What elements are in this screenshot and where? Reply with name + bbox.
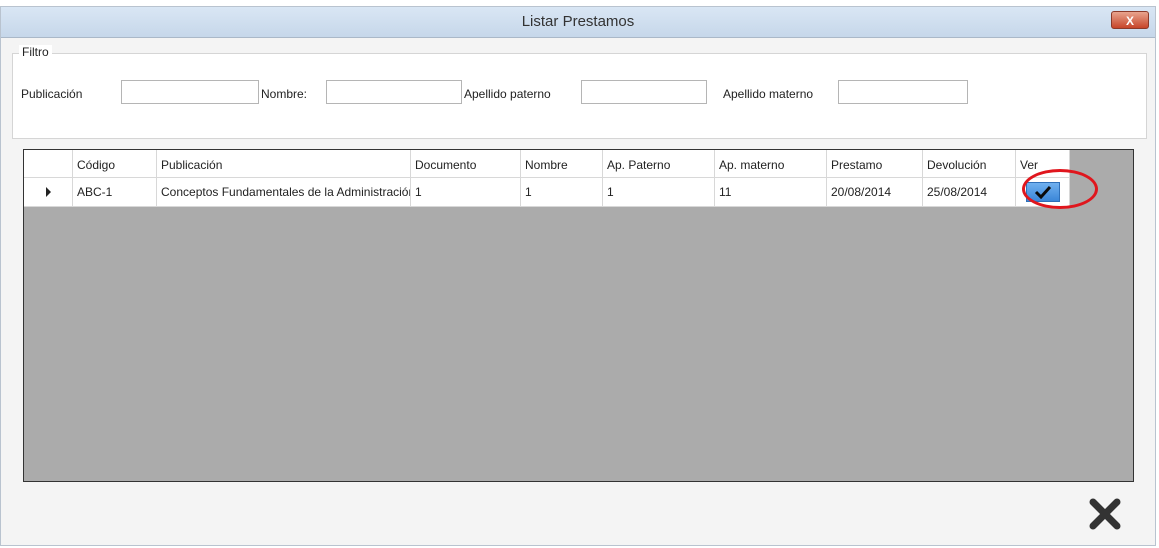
cell-devolucion[interactable]: 25/08/2014 [923,178,1016,207]
column-header-ap-paterno[interactable]: Ap. Paterno [603,150,715,178]
row-selector[interactable] [24,178,73,207]
cell-codigo[interactable]: ABC-1 [73,178,157,207]
cell-ap-materno[interactable]: 11 [715,178,827,207]
column-header-codigo[interactable]: Código [73,150,157,178]
apellido-materno-label: Apellido materno [723,87,814,101]
apellido-paterno-input[interactable] [581,80,707,104]
publicacion-label: Publicación [21,87,83,101]
grid-header: Código Publicación Documento Nombre Ap. … [24,150,1070,178]
arrow-right-icon [45,187,51,197]
column-header-devolucion[interactable]: Devolución [923,150,1016,178]
close-x-icon[interactable] [1088,497,1122,531]
cell-nombre[interactable]: 1 [521,178,603,207]
window-title: Listar Prestamos [521,13,635,30]
column-header-publicacion[interactable]: Publicación [157,150,411,178]
cell-publicacion[interactable]: Conceptos Fundamentales de la Administra… [157,178,411,207]
cell-ap-paterno[interactable]: 1 [603,178,715,207]
apellido-paterno-label: Apellido paterno [464,87,551,101]
column-header-documento[interactable]: Documento [411,150,521,178]
prestamos-grid[interactable]: Código Publicación Documento Nombre Ap. … [23,149,1134,482]
column-header-nombre[interactable]: Nombre [521,150,603,178]
cell-prestamo[interactable]: 20/08/2014 [827,178,923,207]
listar-prestamos-window: Listar Prestamos X Filtro Publicación No… [0,6,1156,546]
filter-group: Filtro Publicación Nombre: Apellido pate… [12,45,1147,139]
highlight-ring [1022,169,1098,209]
publicacion-input[interactable] [121,80,259,104]
filter-legend: Filtro [19,45,52,59]
title-bar: Listar Prestamos X [1,7,1155,38]
table-row[interactable]: ABC-1 Conceptos Fundamentales de la Admi… [24,178,1070,207]
column-header-ap-materno[interactable]: Ap. materno [715,150,827,178]
apellido-materno-input[interactable] [838,80,968,104]
column-header-prestamo[interactable]: Prestamo [827,150,923,178]
nombre-label: Nombre: [261,87,308,101]
cell-documento[interactable]: 1 [411,178,521,207]
nombre-input[interactable] [326,80,462,104]
window-close-button[interactable]: X [1111,11,1149,29]
header-row-selector [24,150,73,178]
